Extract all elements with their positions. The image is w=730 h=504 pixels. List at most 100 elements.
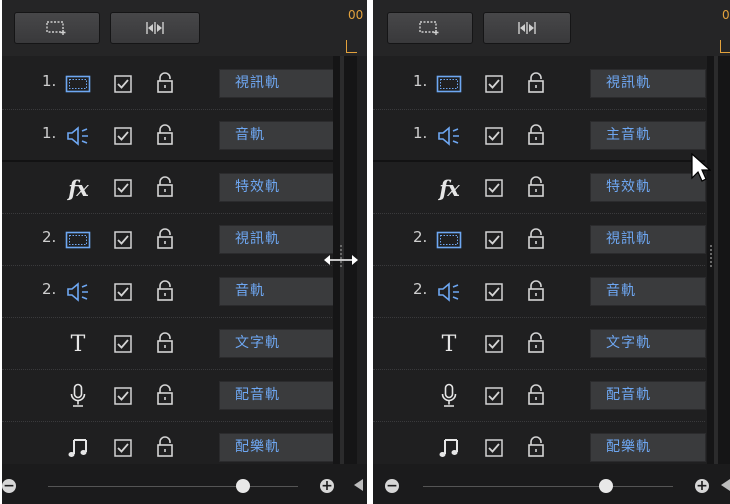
enable-track-checkbox[interactable] bbox=[114, 231, 132, 253]
add-track-button[interactable] bbox=[387, 12, 473, 44]
zoom-slider-track[interactable] bbox=[48, 486, 298, 487]
audio-track-icon bbox=[435, 279, 463, 305]
track-name-field[interactable]: 文字軌 bbox=[590, 329, 706, 358]
enable-track-checkbox[interactable] bbox=[485, 179, 503, 201]
track-row[interactable]: 2. 視訊軌 bbox=[373, 214, 706, 266]
track-name-field[interactable]: 配音軌 bbox=[590, 381, 706, 410]
fit-timeline-button[interactable] bbox=[483, 12, 571, 44]
zoom-in-button[interactable]: + bbox=[695, 479, 709, 493]
track-row[interactable]: T 文字軌 bbox=[2, 318, 335, 370]
unlock-icon[interactable] bbox=[527, 72, 545, 98]
track-name-field[interactable]: 視訊軌 bbox=[590, 225, 706, 254]
scroll-left-arrow-icon[interactable] bbox=[354, 479, 363, 491]
title-icon: T bbox=[435, 331, 463, 357]
track-number: 1. bbox=[413, 72, 428, 90]
enable-track-checkbox[interactable] bbox=[114, 127, 132, 149]
track-row[interactable]: T 文字軌 bbox=[373, 318, 706, 370]
zoom-in-button[interactable]: + bbox=[320, 479, 334, 493]
audio-track-icon bbox=[64, 279, 92, 305]
fit-timeline-icon bbox=[518, 22, 536, 34]
track-row[interactable]: 配音軌 bbox=[373, 370, 706, 422]
enable-track-checkbox[interactable] bbox=[114, 439, 132, 461]
resize-grip[interactable] bbox=[710, 245, 715, 267]
zoom-slider-track[interactable] bbox=[423, 486, 673, 487]
unlock-icon[interactable] bbox=[156, 176, 174, 202]
audio-track-icon bbox=[435, 123, 463, 149]
zoom-slider-knob[interactable] bbox=[236, 479, 250, 493]
enable-track-checkbox[interactable] bbox=[485, 387, 503, 409]
unlock-icon[interactable] bbox=[527, 332, 545, 358]
track-row[interactable]: fx 特效軌 bbox=[373, 162, 706, 214]
video-track-icon bbox=[435, 227, 463, 253]
enable-track-checkbox[interactable] bbox=[114, 179, 132, 201]
track-name-field[interactable]: 主音軌 bbox=[590, 121, 706, 150]
track-panel-right: 0 1. 視訊軌 1. 主音軌 fx 特效軌 2. 視訊軌 2. 音軌 T 文字軌 配音軌 配樂軌 − + bbox=[373, 0, 730, 504]
title-icon-glyph: T bbox=[441, 331, 457, 357]
zoom-out-button[interactable]: − bbox=[385, 479, 399, 493]
video-track-icon bbox=[64, 227, 92, 253]
track-number: 2. bbox=[413, 280, 428, 298]
track-row[interactable]: 1. 主音軌 bbox=[373, 110, 706, 162]
enable-track-checkbox[interactable] bbox=[114, 335, 132, 357]
fx-icon-glyph: fx bbox=[439, 175, 460, 201]
fit-timeline-button[interactable] bbox=[110, 12, 200, 44]
timeline-toolbar: 00 bbox=[2, 0, 367, 56]
enable-track-checkbox[interactable] bbox=[485, 231, 503, 253]
track-name-field[interactable]: 特效軌 bbox=[219, 173, 335, 202]
enable-track-checkbox[interactable] bbox=[114, 75, 132, 97]
unlock-icon[interactable] bbox=[527, 384, 545, 410]
track-number: 2. bbox=[42, 228, 57, 246]
enable-track-checkbox[interactable] bbox=[485, 439, 503, 461]
track-name-field[interactable]: 配樂軌 bbox=[219, 433, 335, 462]
track-row[interactable]: 2. 音軌 bbox=[373, 266, 706, 318]
track-row[interactable]: 2. 音軌 bbox=[2, 266, 335, 318]
track-row[interactable]: 1. 視訊軌 bbox=[373, 58, 706, 110]
unlock-icon[interactable] bbox=[156, 436, 174, 462]
microphone-icon bbox=[64, 383, 92, 409]
track-name-field[interactable]: 音軌 bbox=[219, 277, 335, 306]
track-row[interactable]: 2. 視訊軌 bbox=[2, 214, 335, 266]
track-row[interactable]: 1. 視訊軌 bbox=[2, 58, 335, 110]
enable-track-checkbox[interactable] bbox=[485, 283, 503, 305]
ruler-timecode: 0 bbox=[722, 8, 730, 22]
track-name-field[interactable]: 配音軌 bbox=[219, 381, 335, 410]
zoom-bar bbox=[2, 464, 367, 504]
track-row[interactable]: fx 特效軌 bbox=[2, 162, 335, 214]
scroll-left-arrow-icon[interactable] bbox=[721, 479, 730, 491]
unlock-icon[interactable] bbox=[527, 176, 545, 202]
unlock-icon[interactable] bbox=[527, 436, 545, 462]
track-row[interactable]: 1. 音軌 bbox=[2, 110, 335, 162]
ruler-tick bbox=[720, 40, 730, 53]
track-name-field[interactable]: 音軌 bbox=[219, 121, 335, 150]
unlock-icon[interactable] bbox=[156, 228, 174, 254]
track-name-field[interactable]: 特效軌 bbox=[590, 173, 706, 202]
unlock-icon[interactable] bbox=[527, 124, 545, 150]
track-name-field[interactable]: 配樂軌 bbox=[590, 433, 706, 462]
add-track-button[interactable] bbox=[14, 12, 100, 44]
zoom-bar bbox=[373, 464, 730, 504]
zoom-out-button[interactable]: − bbox=[2, 479, 16, 493]
track-row[interactable]: 配音軌 bbox=[2, 370, 335, 422]
enable-track-checkbox[interactable] bbox=[114, 283, 132, 305]
track-name-field[interactable]: 視訊軌 bbox=[590, 69, 706, 98]
track-name-field[interactable]: 音軌 bbox=[590, 277, 706, 306]
unlock-icon[interactable] bbox=[527, 228, 545, 254]
unlock-icon[interactable] bbox=[527, 280, 545, 306]
unlock-icon[interactable] bbox=[156, 72, 174, 98]
track-name-field[interactable]: 文字軌 bbox=[219, 329, 335, 358]
mouse-pointer-icon bbox=[691, 153, 711, 182]
zoom-slider-knob[interactable] bbox=[598, 479, 613, 493]
track-name-field[interactable]: 視訊軌 bbox=[219, 69, 335, 98]
unlock-icon[interactable] bbox=[156, 124, 174, 150]
unlock-icon[interactable] bbox=[156, 280, 174, 306]
track-name-field[interactable]: 視訊軌 bbox=[219, 225, 335, 254]
music-note-icon bbox=[435, 435, 463, 461]
enable-track-checkbox[interactable] bbox=[485, 127, 503, 149]
enable-track-checkbox[interactable] bbox=[485, 75, 503, 97]
enable-track-checkbox[interactable] bbox=[485, 335, 503, 357]
unlock-icon[interactable] bbox=[156, 384, 174, 410]
unlock-icon[interactable] bbox=[156, 332, 174, 358]
fx-icon-glyph: fx bbox=[68, 175, 89, 201]
enable-track-checkbox[interactable] bbox=[114, 387, 132, 409]
microphone-icon bbox=[435, 383, 463, 409]
